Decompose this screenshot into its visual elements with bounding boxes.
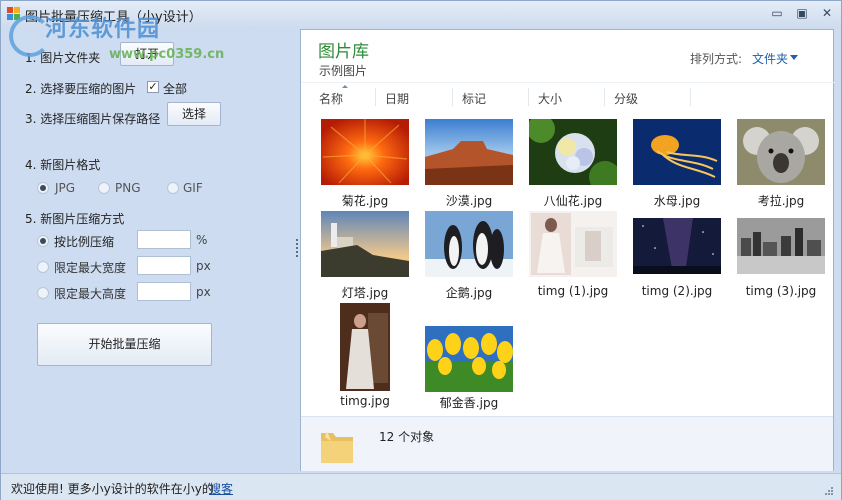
lighthouse-thumbnail	[321, 211, 409, 277]
object-count: 12 个对象	[379, 430, 435, 444]
sort-label: 排列方式:	[690, 52, 743, 66]
method-height-label: 限定最大高度	[54, 287, 127, 301]
image-filename: 灯塔.jpg	[341, 286, 389, 300]
column-name[interactable]: 名称	[319, 90, 343, 107]
folder-icon	[321, 431, 353, 463]
start-compress-button[interactable]: 开始批量压缩	[37, 323, 212, 366]
app-window: 图片批量压缩工具（小y设计） ▭ ▣ ✕ 1. 图片文件夹 打开 2. 选择要压…	[0, 0, 842, 500]
chevron-down-icon[interactable]	[790, 55, 798, 60]
status-bar: 欢迎使用! 更多小y设计的软件在小y的 搜客	[1, 473, 841, 500]
ratio-input[interactable]	[137, 230, 191, 249]
status-link[interactable]: 搜客	[209, 480, 233, 497]
close-button[interactable]: ✕	[819, 6, 835, 20]
format-png-radio[interactable]	[98, 182, 110, 194]
method-ratio-radio[interactable]	[37, 235, 49, 247]
settings-panel: 1. 图片文件夹 打开 2. 选择要压缩的图片 ✓ 全部 3. 选择压缩图片保存…	[1, 27, 296, 471]
max-width-input[interactable]	[137, 256, 191, 275]
image-item[interactable]: timg (1).jpg	[525, 210, 621, 302]
library-subtitle: 示例图片	[319, 64, 368, 78]
image-item[interactable]: 企鹅.jpg	[421, 210, 517, 302]
minimize-button[interactable]: ▭	[769, 6, 785, 20]
image-item[interactable]: timg (3).jpg	[733, 210, 829, 302]
compress-method-label: 5. 新图片压缩方式	[25, 212, 125, 226]
image-filename: 郁金香.jpg	[439, 396, 499, 410]
sort-ascending-icon	[342, 85, 348, 88]
window-title: 图片批量压缩工具（小y设计）	[25, 10, 202, 25]
library-title: 图片库	[318, 42, 369, 62]
image-filename: timg (3).jpg	[745, 284, 817, 298]
image-filename: timg (1).jpg	[537, 284, 609, 298]
image-item[interactable]: 灯塔.jpg	[317, 210, 413, 302]
image-filename: 企鹅.jpg	[445, 286, 493, 300]
image-filename: timg (2).jpg	[641, 284, 713, 298]
image-item[interactable]: 水母.jpg	[629, 118, 725, 210]
status-text: 欢迎使用! 更多小y设计的软件在小y的	[11, 482, 214, 496]
method-width-radio[interactable]	[37, 261, 49, 273]
image-item[interactable]: timg (2).jpg	[629, 210, 725, 302]
wedding-photo-thumbnail	[529, 211, 617, 277]
format-jpg-label: JPG	[55, 181, 76, 195]
width-unit: px	[196, 259, 211, 273]
column-tags[interactable]: 标记	[462, 90, 486, 107]
select-images-label: 2. 选择要压缩的图片	[25, 82, 137, 96]
panel-splitter[interactable]	[296, 239, 299, 261]
hydrangea-thumbnail	[529, 119, 617, 185]
format-gif-radio[interactable]	[167, 182, 179, 194]
woman-portrait-thumbnail	[340, 303, 390, 391]
image-library-panel: 图片库 示例图片 排列方式: 文件夹 名称 日期 标记 大小 分级 菊花.jpg	[300, 29, 835, 471]
app-icon	[7, 7, 20, 20]
select-all-label: 全部	[163, 82, 188, 96]
image-item[interactable]: timg.jpg	[317, 302, 413, 412]
image-filename: timg.jpg	[340, 394, 390, 408]
method-width-label: 限定最大宽度	[54, 261, 127, 275]
method-ratio-label: 按比例压缩	[54, 235, 115, 249]
format-png-label: PNG	[115, 181, 141, 195]
penguins-thumbnail	[425, 211, 513, 277]
image-item[interactable]: 菊花.jpg	[317, 118, 413, 210]
title-bar[interactable]: 图片批量压缩工具（小y设计） ▭ ▣ ✕	[1, 1, 841, 27]
image-filename: 考拉.jpg	[757, 194, 805, 208]
image-item[interactable]: 八仙花.jpg	[525, 118, 621, 210]
tulips-thumbnail	[425, 326, 513, 392]
format-jpg-radio[interactable]	[37, 182, 49, 194]
column-rating[interactable]: 分级	[614, 90, 638, 107]
image-filename: 沙漠.jpg	[445, 194, 493, 208]
format-gif-label: GIF	[183, 181, 203, 195]
night-sky-thumbnail	[633, 218, 721, 274]
image-filename: 菊花.jpg	[341, 194, 389, 208]
image-item[interactable]: 考拉.jpg	[733, 118, 829, 210]
desert-thumbnail	[425, 119, 513, 185]
folder-step-label: 1. 图片文件夹	[25, 51, 101, 65]
column-header-row: 名称 日期 标记 大小 分级	[301, 82, 835, 109]
jellyfish-thumbnail	[633, 119, 721, 185]
method-height-radio[interactable]	[37, 287, 49, 299]
chrysanthemum-thumbnail	[321, 119, 409, 185]
details-pane: 12 个对象	[301, 416, 833, 471]
column-size[interactable]: 大小	[538, 90, 562, 107]
image-filename: 水母.jpg	[653, 194, 701, 208]
image-filename: 八仙花.jpg	[543, 194, 603, 208]
max-height-input[interactable]	[137, 282, 191, 301]
image-item[interactable]: 沙漠.jpg	[421, 118, 517, 210]
koala-thumbnail	[737, 119, 825, 185]
choose-path-button[interactable]: 选择	[167, 102, 221, 126]
column-date[interactable]: 日期	[385, 90, 409, 107]
save-path-label: 3. 选择压缩图片保存路径	[25, 112, 161, 126]
ratio-unit: %	[196, 233, 208, 247]
height-unit: px	[196, 285, 211, 299]
format-label: 4. 新图片格式	[25, 158, 101, 172]
image-item[interactable]: 郁金香.jpg	[421, 302, 517, 412]
maximize-button[interactable]: ▣	[794, 6, 810, 20]
resize-grip-icon[interactable]	[823, 485, 833, 495]
sort-dropdown[interactable]: 文件夹	[752, 50, 788, 67]
select-all-checkbox[interactable]: ✓	[147, 81, 159, 93]
open-folder-button[interactable]: 打开	[120, 42, 174, 66]
city-bw-thumbnail	[737, 218, 825, 274]
